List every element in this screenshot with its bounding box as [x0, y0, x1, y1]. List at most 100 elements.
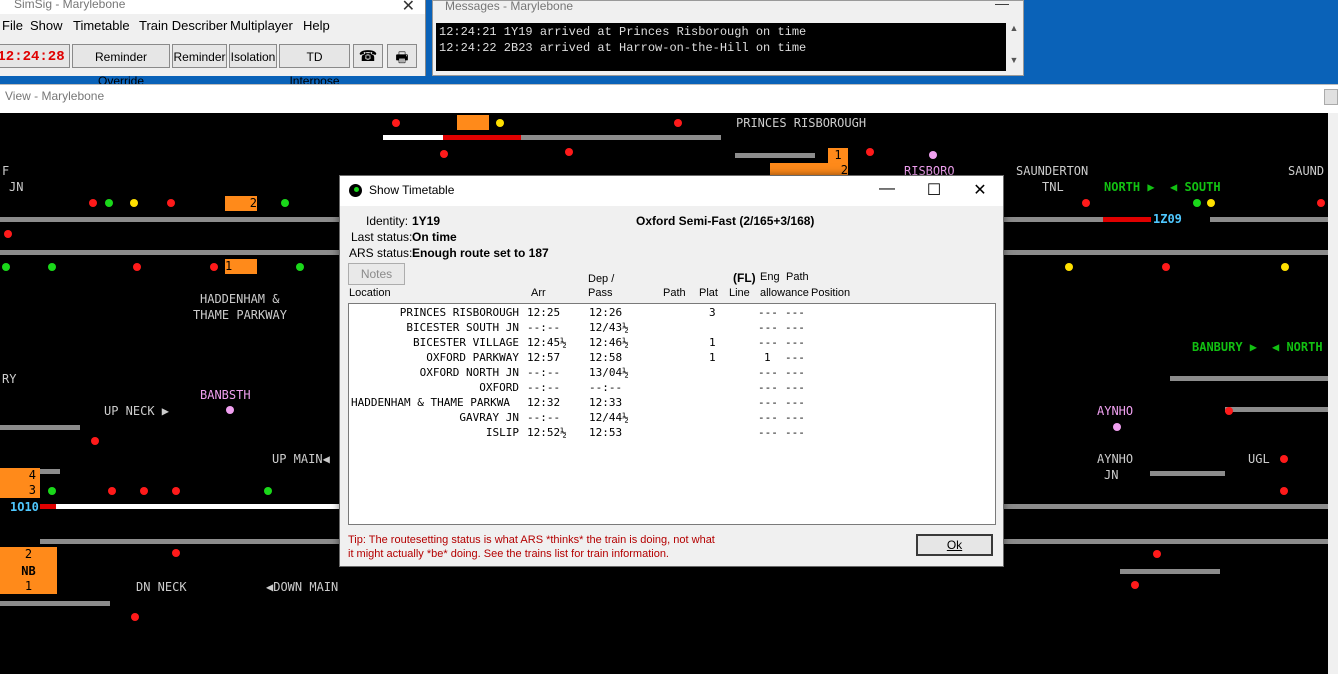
signal-icon[interactable]	[1162, 263, 1170, 271]
signal-icon[interactable]	[108, 487, 116, 495]
train-id[interactable]: 1Z09	[1153, 212, 1182, 226]
signal-icon[interactable]	[2, 263, 10, 271]
close-icon[interactable]: ✕	[965, 180, 995, 200]
signal-icon[interactable]	[929, 151, 937, 159]
signal-icon[interactable]	[48, 263, 56, 271]
table-row[interactable]: HADDENHAM & THAME PARKWA 12:32 12:33 ---…	[349, 396, 995, 411]
td-interpose-button[interactable]: TD Interpose	[279, 44, 350, 88]
table-row[interactable]: ISLIP 12:52½ 12:53 --- ---	[349, 426, 995, 441]
berth[interactable]: NB	[0, 563, 57, 579]
signal-icon[interactable]	[130, 199, 138, 207]
berth[interactable]: 4	[0, 468, 40, 483]
table-row[interactable]: OXFORD NORTH JN --:-- 13/04½ --- ---	[349, 366, 995, 381]
track-segment[interactable]	[1120, 569, 1220, 574]
signal-icon[interactable]	[674, 119, 682, 127]
signal-icon[interactable]	[1225, 407, 1233, 415]
signal-icon[interactable]	[264, 487, 272, 495]
signal-icon[interactable]	[1131, 581, 1139, 589]
messages-scrollbar[interactable]: ▲ ▼	[1008, 23, 1020, 71]
signal-icon[interactable]	[1065, 263, 1073, 271]
table-row[interactable]: BICESTER VILLAGE 12:45½ 12:46½ 1 --- ---	[349, 336, 995, 351]
table-row[interactable]: GAVRAY JN --:-- 12/44½ --- ---	[349, 411, 995, 426]
signal-icon[interactable]	[105, 199, 113, 207]
scroll-down-icon[interactable]: ▼	[1008, 55, 1020, 65]
phone-icon[interactable]: ☎	[353, 44, 383, 68]
ok-button[interactable]: Ok	[916, 534, 993, 556]
signal-icon[interactable]	[392, 119, 400, 127]
track-segment[interactable]	[1225, 407, 1328, 412]
print-icon[interactable]: 🖶	[387, 44, 417, 68]
track-segment[interactable]	[1003, 250, 1328, 255]
signal-icon[interactable]	[48, 487, 56, 495]
track-segment[interactable]	[1170, 376, 1328, 381]
berth[interactable]: 3	[0, 483, 40, 498]
signal-icon[interactable]	[440, 150, 448, 158]
track-segment[interactable]	[1103, 217, 1151, 222]
berth[interactable]: 1	[0, 579, 57, 594]
berth[interactable]	[457, 115, 489, 130]
table-row[interactable]: OXFORD PARKWAY 12:57 12:58 1 1 ---	[349, 351, 995, 366]
sim-clock[interactable]: 12:24:28	[0, 44, 70, 68]
timetable-list[interactable]: PRINCES RISBOROUGH 12:25 12:26 3 --- ---…	[348, 303, 996, 525]
train-id[interactable]: 1O10	[10, 500, 39, 514]
track-segment[interactable]	[1003, 504, 1328, 509]
maximize-icon[interactable]: ☐	[919, 180, 949, 200]
table-row[interactable]: BICESTER SOUTH JN --:-- 12/43½ --- ---	[349, 321, 995, 336]
track-segment[interactable]	[383, 135, 443, 140]
berth[interactable]: 1	[828, 148, 848, 163]
scroll-up-icon[interactable]: ▲	[1008, 23, 1020, 33]
berth[interactable]: 1	[225, 259, 257, 274]
track-segment[interactable]	[1150, 471, 1225, 476]
track-segment[interactable]	[0, 425, 80, 430]
signal-icon[interactable]	[866, 148, 874, 156]
close-icon[interactable]: ✕	[402, 0, 415, 16]
table-row[interactable]: PRINCES RISBOROUGH 12:25 12:26 3 --- ---	[349, 306, 995, 321]
signal-icon[interactable]	[1113, 423, 1121, 431]
track-segment[interactable]	[0, 250, 340, 255]
track-segment[interactable]	[735, 153, 815, 158]
minimize-icon[interactable]: —	[872, 180, 902, 198]
signal-icon[interactable]	[91, 437, 99, 445]
track-segment[interactable]	[1003, 539, 1328, 544]
signal-icon[interactable]	[140, 487, 148, 495]
signal-icon[interactable]	[226, 406, 234, 414]
signal-icon[interactable]	[89, 199, 97, 207]
signal-icon[interactable]	[1280, 487, 1288, 495]
track-segment[interactable]	[443, 135, 521, 140]
berth[interactable]: 2	[0, 547, 57, 563]
messages-list[interactable]: 12:24:21 1Y19 arrived at Princes Risboro…	[436, 23, 1006, 71]
minimize-icon[interactable]: —	[995, 0, 1009, 11]
menu-multiplayer[interactable]: Multiplayer	[230, 18, 293, 33]
track-segment[interactable]	[0, 217, 340, 222]
reminder-override-button[interactable]: Reminder Override	[72, 44, 170, 88]
reminder-button[interactable]: Reminder	[172, 44, 227, 68]
signal-icon[interactable]	[210, 263, 218, 271]
menu-help[interactable]: Help	[303, 18, 330, 33]
track-segment[interactable]	[1003, 217, 1103, 222]
signal-icon[interactable]	[131, 613, 139, 621]
track-segment[interactable]	[55, 504, 340, 509]
isolation-button[interactable]: Isolation	[229, 44, 277, 68]
signal-icon[interactable]	[167, 199, 175, 207]
signal-icon[interactable]	[1153, 550, 1161, 558]
signal-icon[interactable]	[172, 549, 180, 557]
track-segment[interactable]	[1210, 217, 1328, 222]
signal-icon[interactable]	[1281, 263, 1289, 271]
berth[interactable]: 2	[225, 196, 257, 211]
signal-icon[interactable]	[1207, 199, 1215, 207]
signal-icon[interactable]	[496, 119, 504, 127]
signal-icon[interactable]	[296, 263, 304, 271]
signal-icon[interactable]	[565, 148, 573, 156]
signal-icon[interactable]	[4, 230, 12, 238]
signal-icon[interactable]	[1317, 199, 1325, 207]
menu-train-describer[interactable]: Train Describer	[139, 18, 227, 33]
track-segment[interactable]	[40, 504, 56, 509]
signal-icon[interactable]	[133, 263, 141, 271]
track-segment[interactable]	[40, 539, 340, 544]
menu-show[interactable]: Show	[30, 18, 63, 33]
signal-icon[interactable]	[172, 487, 180, 495]
notes-button[interactable]: Notes	[348, 263, 405, 285]
track-segment[interactable]	[521, 135, 721, 140]
menu-timetable[interactable]: Timetable	[73, 18, 130, 33]
track-segment[interactable]	[0, 601, 110, 606]
